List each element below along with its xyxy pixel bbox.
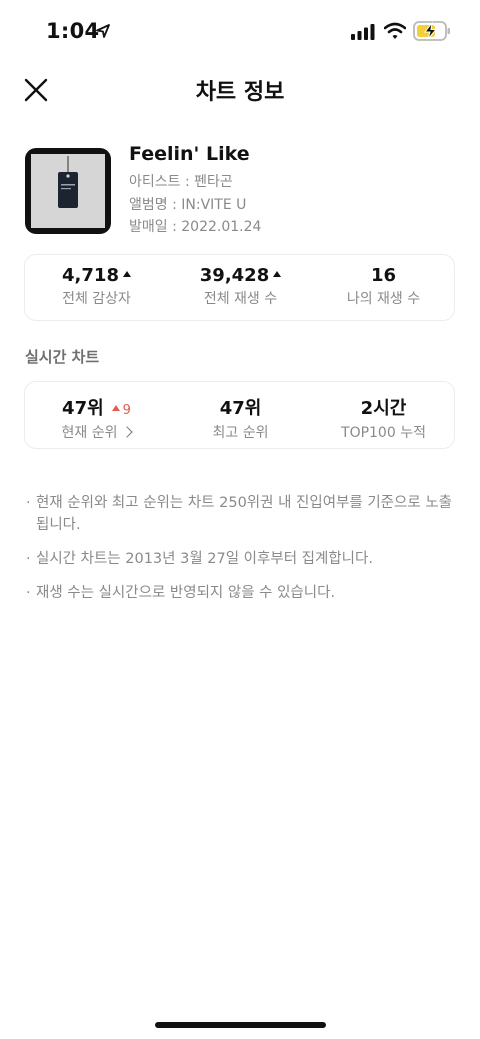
my-plays-label: 나의 재생 수 (346, 291, 421, 307)
top100-label: TOP100 누적 (341, 425, 426, 441)
location-arrow-icon (96, 24, 110, 38)
notes-list: 현재 순위와 최고 순위는 차트 250위권 내 진입여부를 기준으로 노출됩니… (26, 492, 456, 616)
album-line: 앨범명 : IN:VITE U (129, 197, 247, 213)
release-date-line: 발매일 : 2022.01.24 (129, 219, 262, 235)
total-listeners-value: 4,718 (62, 265, 119, 286)
artist-line: 아티스트 : 펜타곤 (129, 174, 233, 190)
chevron-right-icon (121, 426, 134, 438)
rank-up-icon (111, 405, 120, 411)
status-time: 1:04 (46, 19, 100, 43)
note-item: 재생 수는 실시간으로 반영되지 않을 수 있습니다. (26, 582, 456, 604)
battery-charging-icon (413, 21, 450, 41)
stat-total-listeners: 4,718 전체 감상자 (25, 265, 168, 308)
cellular-signal-icon (351, 24, 375, 40)
realtime-chart-section-title: 실시간 차트 (25, 348, 100, 366)
realtime-chart-card: 47위 9 현재 순위 47위 최고 순위 2시간 TOP100 누적 (24, 381, 455, 449)
stat-my-plays: 16 나의 재생 수 (312, 265, 455, 308)
note-item: 실시간 차트는 2013년 3월 27일 이후부터 집계합니다. (26, 548, 456, 570)
track-title: Feelin' Like (129, 143, 250, 165)
trend-up-icon (273, 271, 282, 277)
current-rank-label: 현재 순위 (61, 425, 118, 441)
status-bar: 1:04 (0, 0, 480, 64)
rank-change-value: 9 (122, 403, 131, 418)
stats-card: 4,718 전체 감상자 39,428 전체 재생 수 16 나의 재생 수 (24, 254, 455, 321)
album-cover-image (31, 154, 105, 228)
wifi-icon (384, 22, 406, 39)
header: 차트 정보 (0, 64, 480, 112)
page-title: 차트 정보 (195, 80, 285, 105)
note-item: 현재 순위와 최고 순위는 차트 250위권 내 진입여부를 기준으로 노출됩니… (26, 492, 456, 536)
album-art (25, 148, 111, 234)
my-plays-value: 16 (370, 265, 397, 286)
total-listeners-label: 전체 감상자 (62, 291, 131, 307)
trend-up-icon (122, 271, 131, 277)
best-rank: 47위 최고 순위 (169, 394, 312, 442)
top100-duration: 2시간 TOP100 누적 (312, 394, 455, 442)
stat-total-plays: 39,428 전체 재생 수 (169, 265, 312, 308)
home-indicator[interactable] (155, 1022, 326, 1028)
best-rank-label: 최고 순위 (212, 425, 269, 441)
total-plays-label: 전체 재생 수 (203, 291, 278, 307)
best-rank-value: 47위 (219, 398, 262, 419)
current-rank-value: 47위 (62, 398, 104, 419)
total-plays-value: 39,428 (199, 265, 270, 286)
top100-value: 2시간 (360, 398, 407, 419)
current-rank[interactable]: 47위 9 현재 순위 (25, 394, 168, 442)
